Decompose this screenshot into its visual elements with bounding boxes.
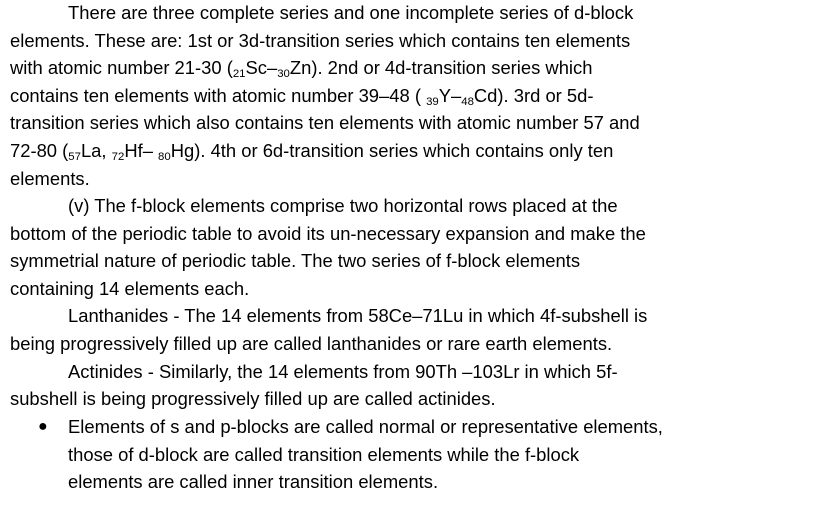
paragraph1-line4: contains ten elements with atomic number… bbox=[10, 83, 594, 109]
text-span: 72-80 ( bbox=[10, 140, 69, 161]
atomic-number-subscript: 21 bbox=[232, 67, 246, 80]
text-span: Hf– bbox=[124, 140, 159, 161]
atomic-number-subscript: 48 bbox=[461, 95, 474, 108]
bullet-line1: Elements of s and p-blocks are called no… bbox=[68, 416, 663, 437]
text-span: Y– bbox=[438, 84, 462, 106]
paragraph2-line4: containing 14 elements each. bbox=[10, 277, 250, 299]
paragraph3-line1: Lanthanides - The 14 elements from 58Ce–… bbox=[68, 305, 648, 326]
text-span: Cd). 3rd or 5d- bbox=[473, 84, 594, 106]
text-span: Hg). 4th or 6d-transition series which c… bbox=[170, 140, 614, 161]
text-span: Sc– bbox=[245, 57, 278, 78]
atomic-number-subscript: 57 bbox=[68, 150, 81, 163]
paragraph1-line5: transition series which also contains te… bbox=[10, 112, 640, 133]
paragraph1-line7: elements. bbox=[10, 167, 90, 189]
text-span: Zn). 2nd or 4d-transition series which bbox=[289, 57, 593, 78]
paragraph2-line1: (v) The f-block elements comprise two ho… bbox=[68, 195, 618, 216]
paragraph4-line1: Actinides - Similarly, the 14 elements f… bbox=[68, 360, 618, 382]
paragraph1-line1: There are three complete series and one … bbox=[68, 2, 634, 23]
bullet-line3: elements are called inner transition ele… bbox=[68, 471, 439, 492]
paragraph2-line2: bottom of the periodic table to avoid it… bbox=[10, 222, 646, 244]
atomic-number-subscript: 80 bbox=[158, 150, 171, 163]
text-span: with atomic number 21-30 ( bbox=[10, 57, 233, 78]
bullet-icon: ● bbox=[38, 418, 48, 435]
paragraph1-line6: 72-80 (57La, 72Hf– 80Hg). 4th or 6d-tran… bbox=[10, 138, 613, 164]
atomic-number-subscript: 39 bbox=[426, 95, 439, 108]
paragraph4-line2: subshell is being progressively filled u… bbox=[10, 388, 496, 409]
paragraph2-line3: symmetrial nature of periodic table. The… bbox=[10, 250, 581, 271]
atomic-number-subscript: 30 bbox=[277, 67, 290, 80]
atomic-number-subscript: 72 bbox=[111, 150, 125, 163]
paragraph1-line3: with atomic number 21-30 (21Sc–30Zn). 2n… bbox=[10, 55, 592, 81]
bullet-line2: those of d-block are called transition e… bbox=[68, 443, 580, 465]
text-span: La, bbox=[80, 140, 112, 161]
paragraph3-line2: being progressively filled up are called… bbox=[10, 333, 613, 354]
text-span: contains ten elements with atomic number… bbox=[10, 84, 427, 106]
paragraph1-line2: elements. These are: 1st or 3d-transitio… bbox=[10, 29, 631, 51]
